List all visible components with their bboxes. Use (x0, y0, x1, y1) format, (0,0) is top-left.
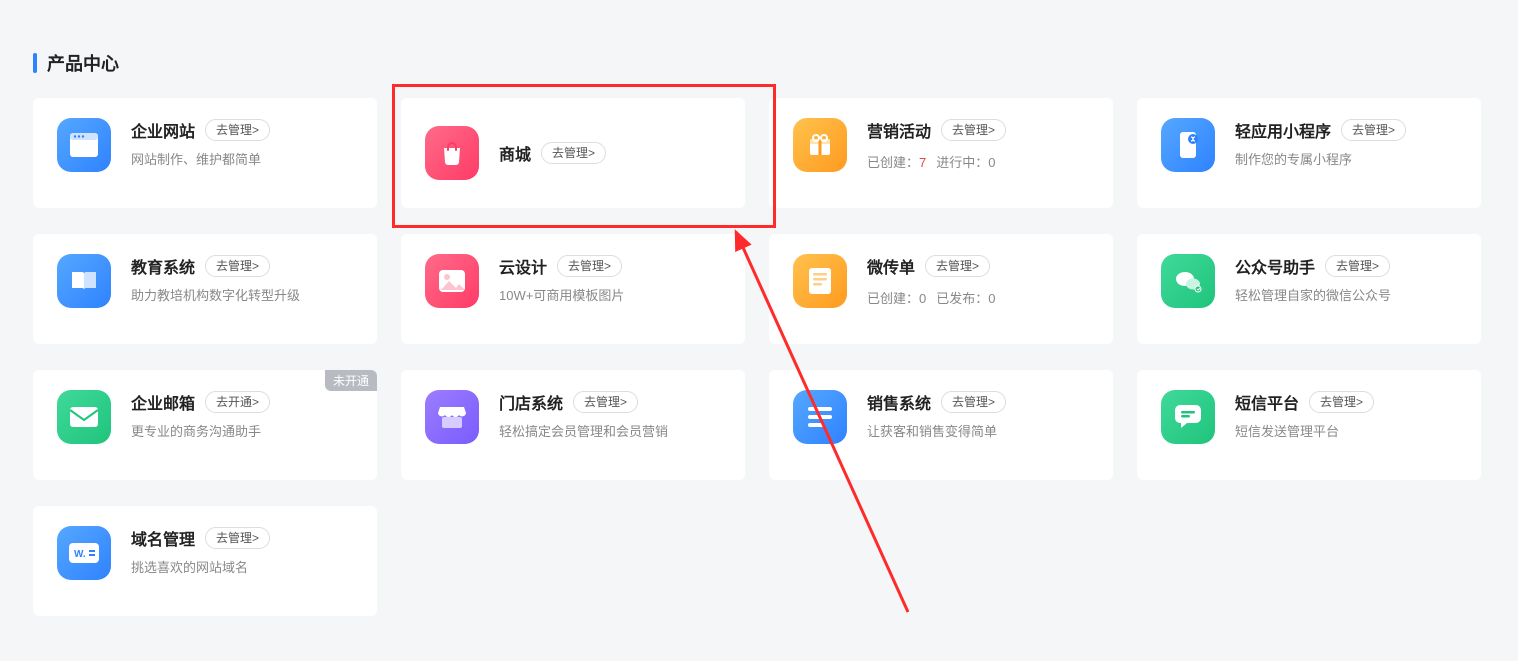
card-desc: 10W+可商用模板图片 (499, 288, 727, 305)
card-title: 教育系统 (131, 254, 195, 278)
created-value: 0 (919, 291, 926, 306)
card-domain[interactable]: W. 域名管理 去管理> 挑选喜欢的网站域名 (33, 506, 377, 616)
wechat-icon (1161, 254, 1215, 308)
card-title: 商城 (499, 141, 531, 165)
card-desc: 更专业的商务沟通助手 (131, 424, 359, 441)
list-icon (793, 390, 847, 444)
card-title: 销售系统 (867, 390, 931, 414)
card-desc: 轻松搞定会员管理和会员营销 (499, 424, 727, 441)
manage-button[interactable]: 去管理> (573, 391, 638, 413)
open-button[interactable]: 去开通> (205, 391, 270, 413)
section-title: 产品中心 (47, 50, 119, 76)
card-title: 微传单 (867, 254, 915, 278)
store-icon (425, 390, 479, 444)
created-label: 已创建： (867, 291, 919, 306)
created-label: 已创建： (867, 155, 919, 170)
gift-icon (793, 118, 847, 172)
card-desc: 助力教培机构数字化转型升级 (131, 288, 359, 305)
manage-button[interactable]: 去管理> (925, 255, 990, 277)
card-education[interactable]: 教育系统 去管理> 助力教培机构数字化转型升级 (33, 234, 377, 344)
card-desc: 让获客和销售变得简单 (867, 424, 1095, 441)
card-stats: 已创建：0已发布：0 (867, 288, 1095, 307)
product-grid: 企业网站 去管理> 网站制作、维护都简单 商城 去管理> 营销活动 去管理> (33, 98, 1485, 616)
card-desc: 网站制作、维护都简单 (131, 152, 359, 169)
manage-button[interactable]: 去管理> (557, 255, 622, 277)
card-title: 门店系统 (499, 390, 563, 414)
card-title: 轻应用小程序 (1235, 118, 1331, 142)
manage-button[interactable]: 去管理> (1341, 119, 1406, 141)
manage-button[interactable]: 去管理> (205, 255, 270, 277)
browser-window-icon (57, 118, 111, 172)
card-sales-system[interactable]: 销售系统 去管理> 让获客和销售变得简单 (769, 370, 1113, 480)
phone-app-icon (1161, 118, 1215, 172)
card-cloud-design[interactable]: 云设计 去管理> 10W+可商用模板图片 (401, 234, 745, 344)
manage-button[interactable]: 去管理> (1325, 255, 1390, 277)
manage-button[interactable]: 去管理> (941, 391, 1006, 413)
document-icon (793, 254, 847, 308)
card-title: 企业邮箱 (131, 390, 195, 414)
book-icon (57, 254, 111, 308)
card-mall[interactable]: 商城 去管理> (401, 98, 745, 208)
pub-value: 0 (988, 291, 995, 306)
manage-button[interactable]: 去管理> (941, 119, 1006, 141)
card-title: 公众号助手 (1235, 254, 1315, 278)
created-value: 7 (919, 155, 926, 170)
manage-button[interactable]: 去管理> (1309, 391, 1374, 413)
card-marketing[interactable]: 营销活动 去管理> 已创建：7 进行中：0 (769, 98, 1113, 208)
section-heading: 产品中心 (33, 50, 119, 76)
card-official-account[interactable]: 公众号助手 去管理> 轻松管理自家的微信公众号 (1137, 234, 1481, 344)
domain-icon: W. (57, 526, 111, 580)
card-title: 短信平台 (1235, 390, 1299, 414)
card-desc: 短信发送管理平台 (1235, 424, 1463, 441)
running-label: 进行中： (936, 155, 988, 170)
card-desc: 制作您的专属小程序 (1235, 152, 1463, 169)
card-title: 企业网站 (131, 118, 195, 142)
pub-label: 已发布： (936, 291, 988, 306)
shopping-bag-icon (425, 126, 479, 180)
not-opened-badge: 未开通 (325, 370, 377, 391)
card-enterprise-email[interactable]: 未开通 企业邮箱 去开通> 更专业的商务沟通助手 (33, 370, 377, 480)
manage-button[interactable]: 去管理> (205, 527, 270, 549)
card-store-system[interactable]: 门店系统 去管理> 轻松搞定会员管理和会员营销 (401, 370, 745, 480)
card-title: 云设计 (499, 254, 547, 278)
chat-icon (1161, 390, 1215, 444)
card-title: 域名管理 (131, 526, 195, 550)
card-sms-platform[interactable]: 短信平台 去管理> 短信发送管理平台 (1137, 370, 1481, 480)
image-icon (425, 254, 479, 308)
mail-icon (57, 390, 111, 444)
card-desc: 挑选喜欢的网站域名 (131, 560, 359, 577)
running-value: 0 (988, 155, 995, 170)
manage-button[interactable]: 去管理> (541, 142, 606, 164)
card-title: 营销活动 (867, 118, 931, 142)
card-enterprise-website[interactable]: 企业网站 去管理> 网站制作、维护都简单 (33, 98, 377, 208)
card-miniprogram[interactable]: 轻应用小程序 去管理> 制作您的专属小程序 (1137, 98, 1481, 208)
manage-button[interactable]: 去管理> (205, 119, 270, 141)
card-flyer[interactable]: 微传单 去管理> 已创建：0已发布：0 (769, 234, 1113, 344)
card-desc: 轻松管理自家的微信公众号 (1235, 288, 1463, 305)
heading-accent-bar (33, 53, 37, 73)
card-stats: 已创建：7 进行中：0 (867, 152, 1095, 171)
svg-text:W.: W. (74, 549, 86, 560)
